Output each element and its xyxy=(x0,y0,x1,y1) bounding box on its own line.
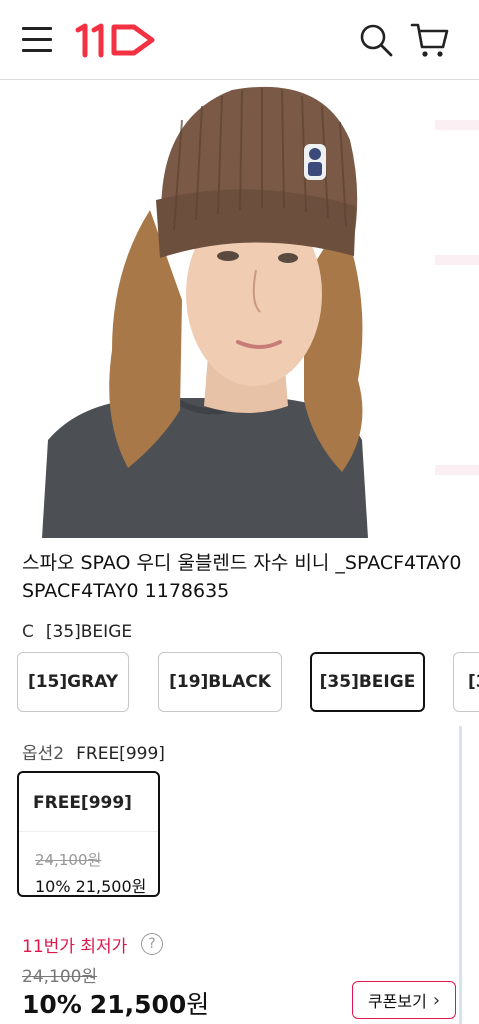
hamburger-menu-icon[interactable] xyxy=(22,26,52,52)
option2-selected: FREE[999] xyxy=(76,744,165,764)
product-title: 스파오 SPAO 우디 울블렌드 자수 비니 _SPACF4TAY0 SPACF… xyxy=(22,552,462,602)
search-icon[interactable] xyxy=(358,22,394,58)
final-price: 10% 21,500원 xyxy=(22,985,209,1021)
size-option-sale-price: 10% 21,500원 xyxy=(35,877,147,896)
option1-label: C [35]BEIGE xyxy=(22,622,132,642)
coupon-view-button[interactable]: 쿠폰보기 › xyxy=(352,981,456,1019)
coupon-button-label: 쿠폰보기 xyxy=(367,992,427,1011)
next-image-peek xyxy=(435,465,479,475)
lowest-price-label: 11번가 최저가 xyxy=(22,937,128,957)
scrollbar[interactable] xyxy=(459,726,462,1024)
size-option-card[interactable]: FREE[999] 24,100원 10% 21,500원 xyxy=(17,771,160,897)
original-price: 24,100원 xyxy=(22,967,98,987)
option2-label: 옵션2 FREE[999] xyxy=(22,739,165,764)
option1-name: C xyxy=(22,622,34,642)
option2-name: 옵션2 xyxy=(22,744,65,764)
color-chip-gray[interactable]: [15]GRAY xyxy=(17,652,129,712)
chevron-right-icon: › xyxy=(432,989,441,1011)
embroidery-patch xyxy=(304,144,326,180)
discount-percent: 10% xyxy=(22,990,82,1019)
card-divider xyxy=(19,831,158,832)
option1-selected: [35]BEIGE xyxy=(45,622,133,642)
final-amount: 21,500 xyxy=(89,990,187,1019)
next-image-peek xyxy=(435,120,479,130)
next-image-peek xyxy=(435,255,479,265)
11st-logo[interactable] xyxy=(74,22,158,58)
size-option-name: FREE[999] xyxy=(33,793,132,813)
color-chip-partial[interactable]: [3 xyxy=(453,652,479,712)
cart-icon[interactable] xyxy=(410,20,450,60)
product-photo[interactable] xyxy=(42,80,382,538)
app-header xyxy=(0,0,479,80)
currency-unit: 원 xyxy=(186,990,210,1019)
help-icon[interactable]: ? xyxy=(141,933,163,955)
color-chip-black[interactable]: [19]BLACK xyxy=(158,652,282,712)
size-option-original-price: 24,100원 xyxy=(35,851,102,869)
color-chip-beige[interactable]: [35]BEIGE xyxy=(310,652,425,712)
